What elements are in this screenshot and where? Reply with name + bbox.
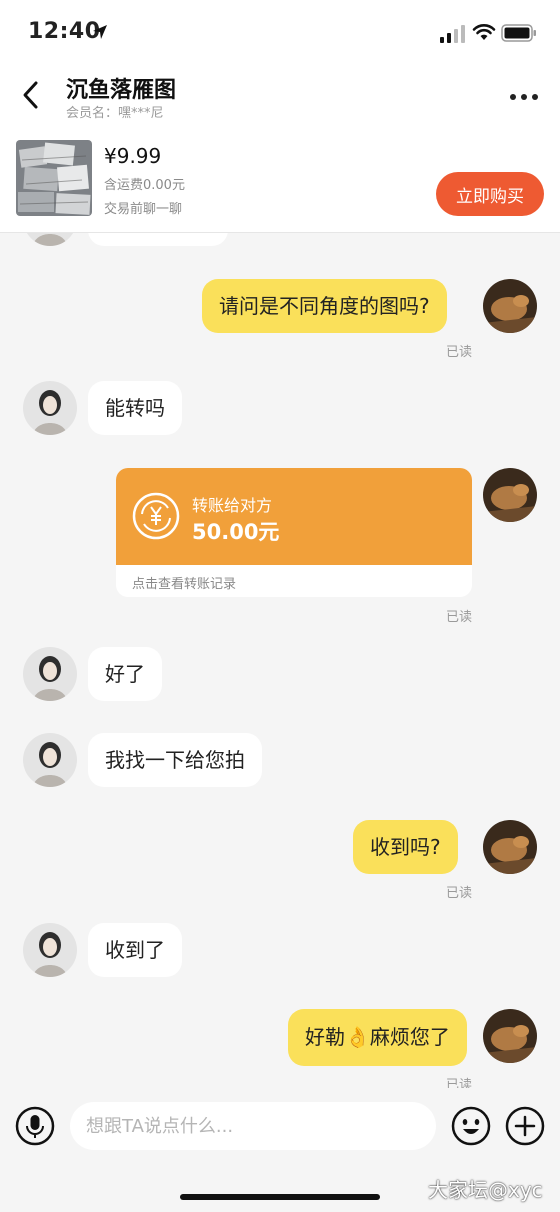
user-avatar[interactable]: [483, 820, 537, 874]
wifi-icon: [472, 24, 496, 40]
read-receipt: 已读: [446, 345, 473, 360]
seller-avatar[interactable]: [23, 381, 77, 435]
watermark: 大家坛@xyc: [428, 1178, 543, 1202]
member-name: 会员名：嘿***尼: [66, 106, 164, 121]
product-price: ¥9.99: [104, 144, 162, 168]
transfer-label: 转账给对方: [192, 496, 273, 515]
user-avatar[interactable]: [483, 279, 537, 333]
location-arrow-icon: [93, 25, 107, 39]
transfer-card[interactable]: 转账给对方 50.00元 点击查看转账记录: [116, 468, 472, 597]
message-bubble-outgoing[interactable]: 好勒👌麻烦您了: [288, 1009, 467, 1066]
product-thumbnail[interactable]: [16, 140, 92, 216]
voice-mic-icon[interactable]: [15, 1106, 55, 1146]
home-indicator[interactable]: [180, 1194, 380, 1200]
product-card[interactable]: ¥9.99 含运费0.00元 交易前聊一聊 立即购买: [0, 132, 560, 233]
seller-avatar[interactable]: [23, 923, 77, 977]
emoji-icon[interactable]: [451, 1106, 491, 1146]
message-input[interactable]: [70, 1102, 436, 1150]
read-receipt: 已读: [446, 886, 473, 901]
chat-hint: 交易前聊一聊: [104, 202, 183, 217]
shipping-fee: 含运费0.00元: [104, 178, 185, 193]
read-receipt: 已读: [446, 610, 473, 625]
status-bar: 12:40: [0, 0, 560, 66]
message-bubble-incoming[interactable]: 能转吗: [88, 381, 182, 435]
more-options-icon[interactable]: [508, 92, 540, 102]
message-bubble-partial: [88, 233, 228, 246]
buy-now-button[interactable]: 立即购买: [436, 172, 544, 216]
status-time: 12:40: [28, 19, 101, 44]
message-bubble-incoming[interactable]: 我找一下给您拍: [88, 733, 262, 787]
add-plus-icon[interactable]: [505, 1106, 545, 1146]
back-arrow-icon[interactable]: [20, 80, 42, 110]
cellular-signal-icon: [440, 25, 465, 43]
yuan-transfer-icon: [132, 492, 180, 540]
transfer-card-body: 转账给对方 50.00元: [116, 468, 472, 565]
input-bar: 大家坛@xyc: [0, 1088, 560, 1212]
message-bubble-incoming[interactable]: 收到了: [88, 923, 182, 977]
message-bubble-outgoing[interactable]: 请问是不同角度的图吗?: [202, 279, 447, 333]
page-title: 沉鱼落雁图: [66, 78, 177, 103]
message-bubble-incoming[interactable]: 好了: [88, 647, 162, 701]
chat-messages[interactable]: 请问是不同角度的图吗? 已读 能转吗 转账给对方 50.00元 点击查看转账记录…: [0, 233, 560, 1088]
user-avatar[interactable]: [483, 468, 537, 522]
transfer-amount: 50.00元: [192, 520, 280, 544]
seller-avatar[interactable]: [23, 233, 77, 246]
seller-avatar[interactable]: [23, 647, 77, 701]
read-receipt: 已读: [446, 1078, 473, 1088]
seller-avatar[interactable]: [23, 733, 77, 787]
transfer-record-link[interactable]: 点击查看转账记录: [132, 573, 236, 592]
message-bubble-outgoing[interactable]: 收到吗?: [353, 820, 458, 874]
user-avatar[interactable]: [483, 1009, 537, 1063]
battery-icon: [501, 24, 536, 42]
chat-header: 沉鱼落雁图 会员名：嘿***尼: [0, 66, 560, 132]
